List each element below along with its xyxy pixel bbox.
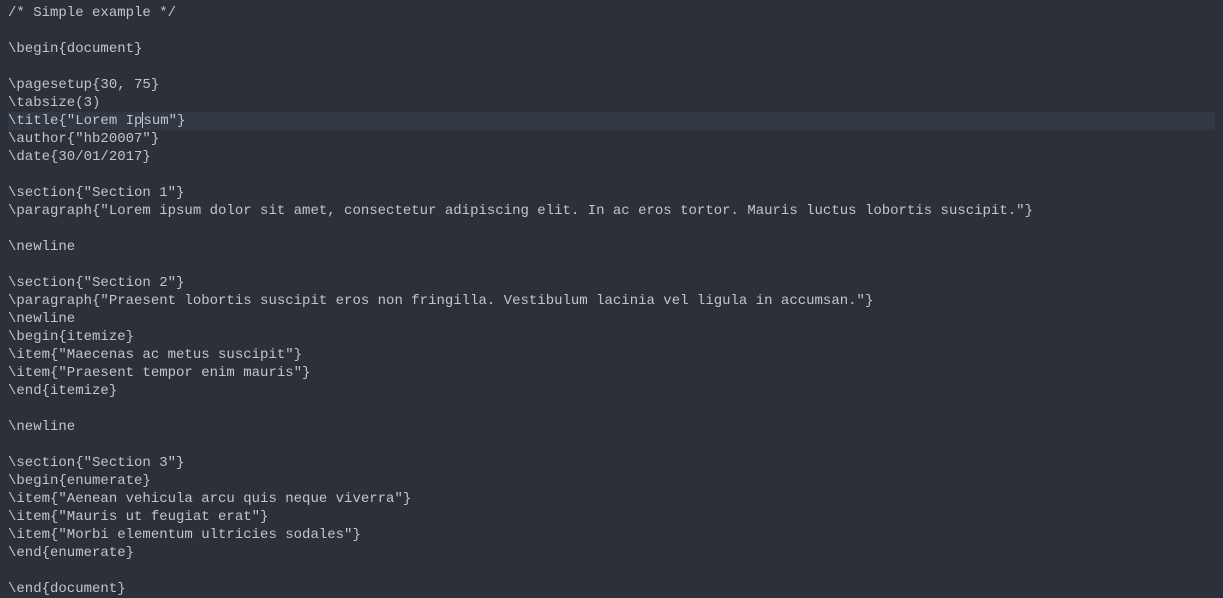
code-line[interactable]: \section{"Section 3"} — [8, 454, 1215, 472]
code-line[interactable]: \begin{document} — [8, 40, 1215, 58]
code-line[interactable]: \item{"Maecenas ac metus suscipit"} — [8, 346, 1215, 364]
code-line[interactable]: \item{"Morbi elementum ultricies sodales… — [8, 526, 1215, 544]
code-line[interactable]: \begin{itemize} — [8, 328, 1215, 346]
code-line[interactable]: \item{"Praesent tempor enim mauris"} — [8, 364, 1215, 382]
code-line[interactable]: \newline — [8, 310, 1215, 328]
code-line[interactable]: \newline — [8, 238, 1215, 256]
code-line[interactable]: \newline — [8, 418, 1215, 436]
code-line[interactable]: \paragraph{"Lorem ipsum dolor sit amet, … — [8, 202, 1215, 220]
code-line[interactable] — [8, 436, 1215, 454]
code-line[interactable]: \item{"Mauris ut feugiat erat"} — [8, 508, 1215, 526]
code-line[interactable]: \end{enumerate} — [8, 544, 1215, 562]
code-line[interactable]: \begin{enumerate} — [8, 472, 1215, 490]
code-line[interactable]: \author{"hb20007"} — [8, 130, 1215, 148]
code-line[interactable]: \title{"Lorem Ipsum"} — [8, 112, 1215, 130]
code-line[interactable]: \date{30/01/2017} — [8, 148, 1215, 166]
code-line[interactable]: \paragraph{"Praesent lobortis suscipit e… — [8, 292, 1215, 310]
code-line[interactable] — [8, 166, 1215, 184]
code-line[interactable] — [8, 256, 1215, 274]
code-line[interactable]: /* Simple example */ — [8, 4, 1215, 22]
code-line[interactable]: \end{itemize} — [8, 382, 1215, 400]
code-line[interactable] — [8, 58, 1215, 76]
text-cursor — [142, 112, 143, 128]
code-text: sum"} — [143, 113, 185, 129]
code-line[interactable]: \tabsize(3) — [8, 94, 1215, 112]
code-line[interactable]: \end{document} — [8, 580, 1215, 598]
code-line[interactable]: \section{"Section 1"} — [8, 184, 1215, 202]
code-line[interactable]: \pagesetup{30, 75} — [8, 76, 1215, 94]
code-text: \title{"Lorem Ip — [8, 113, 142, 129]
code-line[interactable] — [8, 220, 1215, 238]
code-line[interactable] — [8, 562, 1215, 580]
code-line[interactable] — [8, 22, 1215, 40]
code-line[interactable]: \item{"Aenean vehicula arcu quis neque v… — [8, 490, 1215, 508]
code-line[interactable] — [8, 400, 1215, 418]
code-editor[interactable]: /* Simple example */ \begin{document} \pag… — [8, 4, 1215, 598]
code-line[interactable]: \section{"Section 2"} — [8, 274, 1215, 292]
